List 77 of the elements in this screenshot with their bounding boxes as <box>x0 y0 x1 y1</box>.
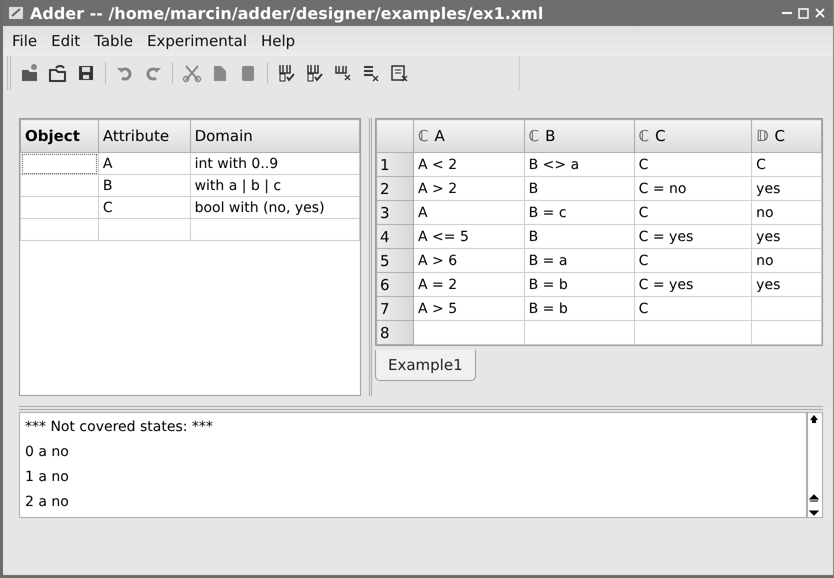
column-header[interactable]: ℂ B <box>524 120 634 152</box>
tab[interactable]: Example1 <box>375 350 476 381</box>
table-cell: A > 2 <box>414 176 524 200</box>
table-cell: C <box>634 152 752 176</box>
table-cell: C = no <box>634 176 752 200</box>
table-cell: B <box>98 174 190 196</box>
table-cell: B = a <box>524 248 634 272</box>
log-line: *** Not covered states: *** <box>25 418 214 437</box>
delete-row-icon <box>361 63 381 83</box>
row-number: 1 <box>376 152 414 176</box>
table-cell: B <box>524 176 634 200</box>
scroll-arrows-icon[interactable] <box>808 493 820 517</box>
row-number: 7 <box>376 296 414 320</box>
menu-item[interactable]: Table <box>89 30 138 52</box>
table-cell: no <box>752 200 822 224</box>
column-header[interactable]: Object <box>20 120 98 152</box>
window-app-icon <box>8 6 24 20</box>
table-cell: C = yes <box>634 272 752 296</box>
table-cell: A <= 5 <box>414 224 524 248</box>
add-column-icon <box>277 63 297 83</box>
table-cell: with a | b | c <box>190 174 360 196</box>
table-cell: B <box>524 224 634 248</box>
table-cell: C <box>752 152 822 176</box>
window-title: Adder -- /home/marcin/adder/designer/examples/ex1.xml <box>30 4 544 22</box>
menu-item[interactable]: Help <box>256 30 300 52</box>
table-cell: B = b <box>524 272 634 296</box>
row-number: 4 <box>376 224 414 248</box>
table-cell: A < 2 <box>414 152 524 176</box>
close-icon[interactable] <box>815 8 825 18</box>
table-cell: A <box>98 152 190 174</box>
table-cell: B <> a <box>524 152 634 176</box>
table-cell <box>752 320 822 344</box>
toolbar-button[interactable] <box>47 62 69 84</box>
log-line: 2 a no <box>25 493 70 512</box>
menu-item[interactable]: Experimental <box>142 30 252 52</box>
column-header[interactable]: ℂ A <box>414 120 524 152</box>
column-header[interactable]: Domain <box>190 120 360 152</box>
table-cell: C <box>634 200 752 224</box>
scissors-icon <box>182 63 202 83</box>
table-cell: int with 0..9 <box>190 152 360 174</box>
delete-table-icon <box>389 63 409 83</box>
table-cell: yes <box>752 176 822 200</box>
column-header[interactable]: ℂ C <box>634 120 752 152</box>
table-cell: C = yes <box>634 224 752 248</box>
table-cell <box>752 296 822 320</box>
log-line: 1 a no <box>25 468 70 487</box>
table-cell: no <box>752 248 822 272</box>
row-number: 6 <box>376 272 414 296</box>
delete-column-icon <box>333 63 353 83</box>
folder-icon <box>20 63 40 83</box>
table-cell: B = c <box>524 200 634 224</box>
save-icon <box>76 63 96 83</box>
table-cell: bool with (no, yes) <box>190 196 360 218</box>
column-header[interactable]: Attribute <box>98 120 190 152</box>
table-cell: C <box>634 296 752 320</box>
column-header[interactable]: 𝔻 C <box>752 120 822 152</box>
table-cell: C <box>634 248 752 272</box>
maximize-icon[interactable] <box>798 8 809 18</box>
table-cell: yes <box>752 224 822 248</box>
menu-item[interactable]: Edit <box>46 30 86 52</box>
add-column-icon <box>305 63 325 83</box>
row-number: 5 <box>376 248 414 272</box>
menu-item[interactable]: File <box>7 30 42 52</box>
table-cell: A > 5 <box>414 296 524 320</box>
table-cell: B = b <box>524 296 634 320</box>
table-cell: A > 6 <box>414 248 524 272</box>
row-number: 3 <box>376 200 414 224</box>
table-cell: C <box>98 196 190 218</box>
log-line: 0 a no <box>25 443 70 462</box>
scrollbar[interactable] <box>807 412 823 518</box>
table-cell: A = 2 <box>414 272 524 296</box>
row-number: 2 <box>376 176 414 200</box>
table-cell: A <box>414 200 524 224</box>
scroll-up-icon[interactable] <box>808 413 820 425</box>
row-number: 8 <box>376 320 414 344</box>
folder-icon <box>48 63 68 83</box>
table-cell: yes <box>752 272 822 296</box>
